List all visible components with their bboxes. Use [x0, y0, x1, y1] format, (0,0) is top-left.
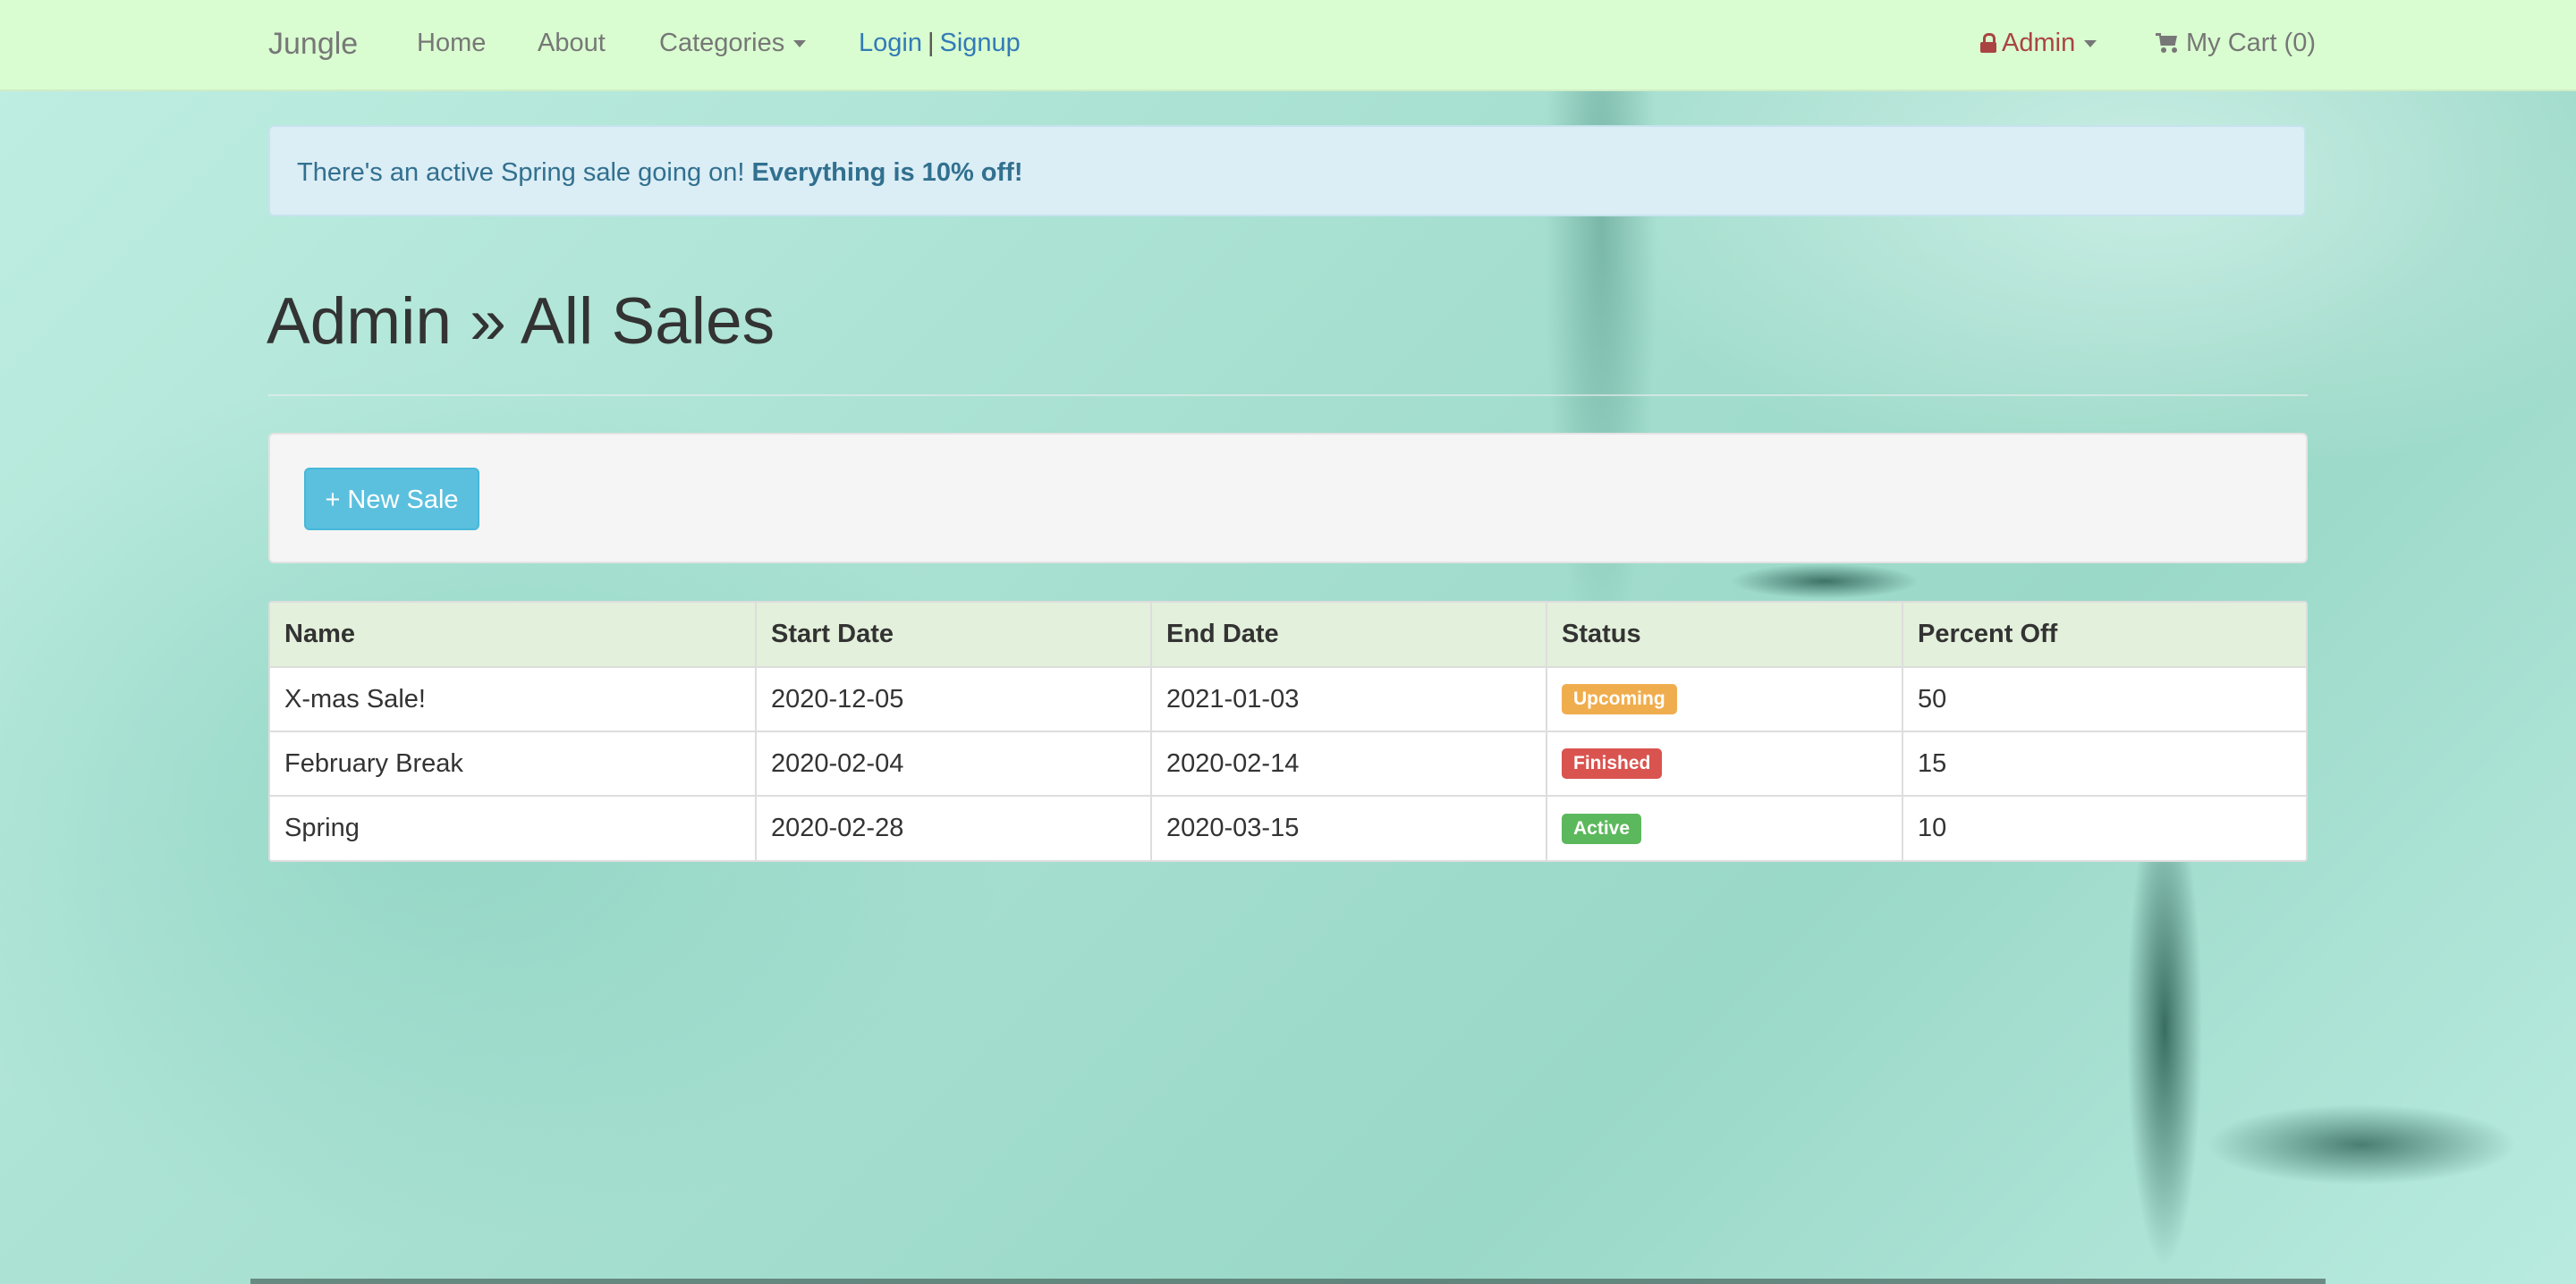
nav-home-link[interactable]: Home [417, 29, 486, 58]
page-bottom-edge [250, 1279, 2326, 1284]
status-badge: Active [1562, 813, 1642, 844]
nav-categories-label: Categories [659, 29, 785, 57]
sale-status-cell: Finished [1546, 731, 1903, 796]
auth-separator: | [927, 29, 935, 57]
sale-name: X-mas Sale! [270, 667, 757, 731]
status-badge: Finished [1562, 748, 1663, 780]
alert-emphasis: Everything is 10% off! [751, 158, 1023, 187]
signup-link[interactable]: Signup [940, 29, 1021, 57]
new-sale-button[interactable]: + New Sale [304, 468, 479, 530]
caret-down-icon [793, 40, 807, 48]
sale-percent-off: 10 [1902, 795, 2306, 860]
shopping-cart-icon [2156, 33, 2179, 53]
cart-label: My Cart (0) [2186, 29, 2316, 57]
nav-categories-dropdown[interactable]: Categories [659, 29, 807, 58]
page-title: Admin » All Sales [267, 285, 775, 358]
sale-status-cell: Upcoming [1546, 667, 1903, 731]
column-header-end-date: End Date [1151, 603, 1547, 668]
title-divider [268, 394, 2308, 396]
admin-dropdown[interactable]: Admin [1980, 29, 2097, 58]
auth-links: Login | Signup [859, 29, 1021, 58]
caret-down-icon [2084, 40, 2097, 48]
sale-start-date: 2020-02-04 [756, 731, 1152, 796]
admin-label: Admin [2002, 29, 2076, 57]
sale-end-date: 2020-02-14 [1151, 731, 1547, 796]
navbar-container: Jungle Home About Categories Login | Signu… [268, 0, 2316, 89]
sale-percent-off: 50 [1918, 684, 1947, 714]
table-row: Spring 2020-02-28 2020-03-15 Active 10 [270, 795, 2306, 860]
sale-end-date: 2021-01-03 [1151, 667, 1547, 731]
cart-link[interactable]: My Cart (0) [2156, 29, 2316, 58]
sale-start-date: 2020-12-05 [756, 667, 1152, 731]
sale-name: Spring [270, 795, 757, 860]
sales-table: Name Start Date End Date Status Percent … [268, 601, 2308, 862]
login-link[interactable]: Login [859, 29, 922, 57]
sale-alert: There's an active Spring sale going on! … [268, 125, 2306, 216]
sale-percent-off: 15 [1902, 731, 2306, 796]
column-header-status: Status [1546, 603, 1903, 668]
status-badge: Upcoming [1562, 684, 1677, 715]
lock-icon [1980, 33, 1996, 53]
sale-end-date: 2020-03-15 [1151, 795, 1547, 860]
table-row: X-mas Sale! 2020-12-05 2021-01-03 Upcomi… [270, 667, 2306, 731]
sale-name: February Break [270, 731, 757, 796]
nav-about-link[interactable]: About [538, 29, 606, 58]
sale-start-date: 2020-02-28 [756, 795, 1152, 860]
actions-well: + New Sale [268, 433, 2308, 563]
column-header-name: Name [270, 603, 757, 668]
column-header-percent-off: Percent Off [1902, 603, 2306, 668]
sale-status-cell: Active [1546, 795, 1903, 860]
alert-text: There's an active Spring sale going on! [297, 158, 752, 187]
column-header-start-date: Start Date [756, 603, 1152, 668]
table-row: February Break 2020-02-04 2020-02-14 Fin… [270, 731, 2306, 796]
brand-link[interactable]: Jungle [268, 27, 358, 62]
navbar: Jungle Home About Categories Login | Signu… [0, 0, 2576, 91]
table-header-row: Name Start Date End Date Status Percent … [270, 603, 2306, 668]
